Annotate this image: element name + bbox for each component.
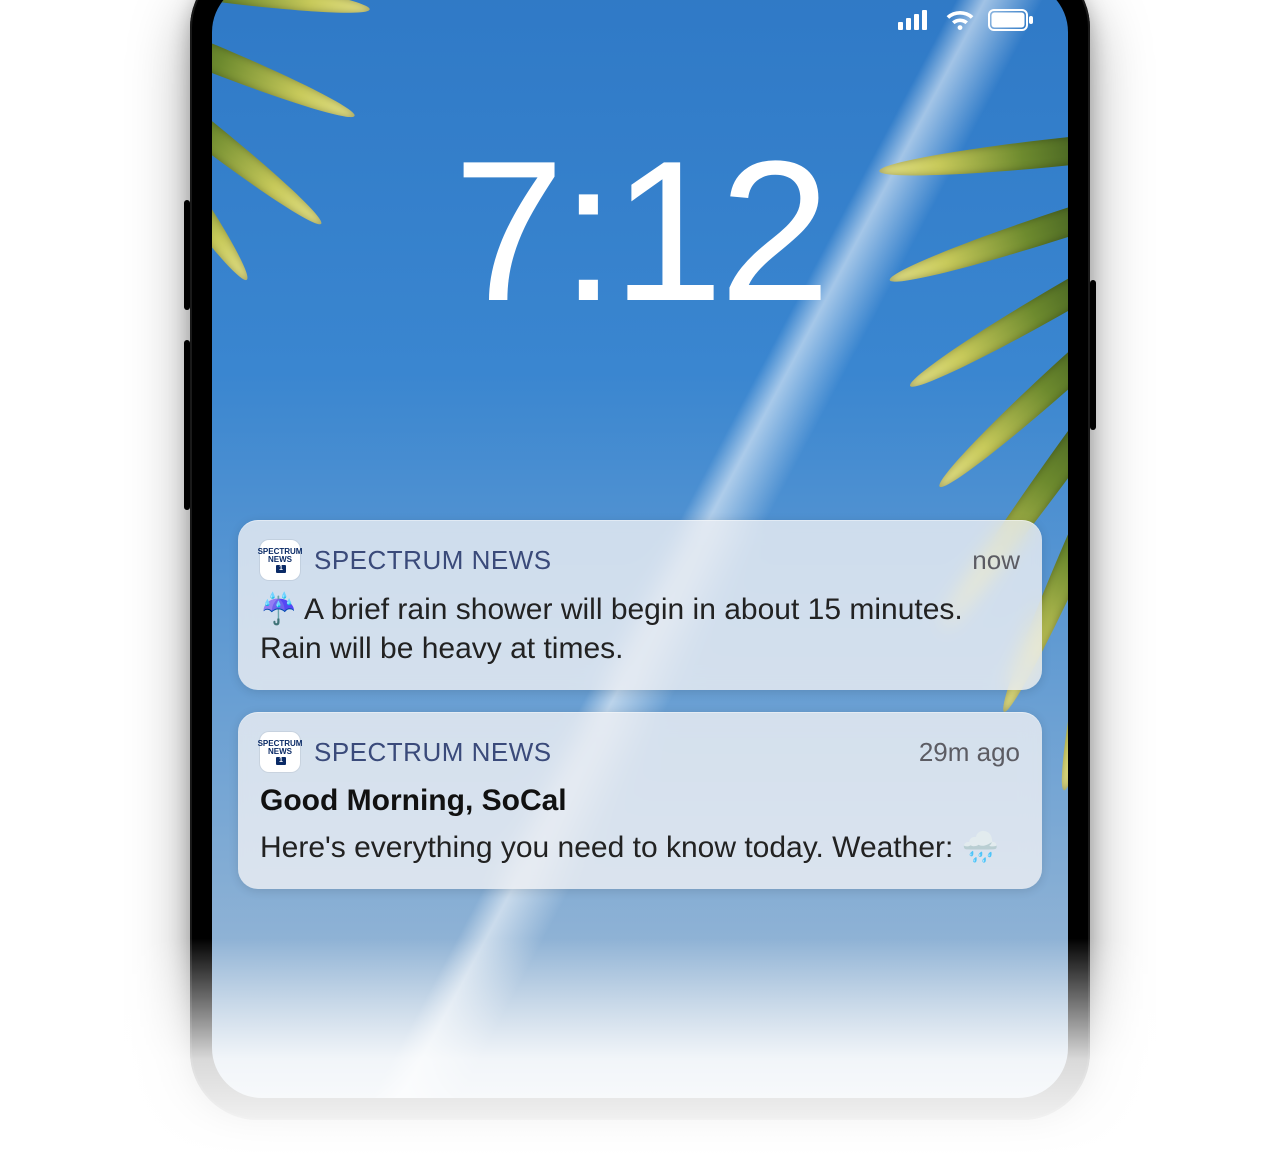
- lock-screen[interactable]: 7:12 SPECTRUM NEWS1 SPECTRUM NEWS: [212, 0, 1068, 1098]
- cellular-signal-icon: [898, 10, 932, 30]
- notification-title: Good Morning, SoCal: [260, 784, 1020, 818]
- lock-screen-clock: 7:12: [212, 132, 1068, 332]
- phone-side-button: [1090, 280, 1096, 430]
- phone-frame: 7:12 SPECTRUM NEWS1 SPECTRUM NEWS: [190, 0, 1090, 1120]
- notification-card[interactable]: SPECTRUM NEWS1 SPECTRUM NEWS now ☔ A bri…: [238, 520, 1042, 690]
- app-icon: SPECTRUM NEWS1: [260, 732, 300, 772]
- app-icon-text-line2: NEWS: [258, 556, 303, 564]
- app-icon-badge: 1: [276, 757, 286, 765]
- notification-list: SPECTRUM NEWS1 SPECTRUM NEWS now ☔ A bri…: [238, 520, 1042, 889]
- battery-icon: [988, 9, 1034, 31]
- notification-time: 29m ago: [919, 737, 1020, 768]
- app-icon: SPECTRUM NEWS1: [260, 540, 300, 580]
- app-icon-badge: 1: [276, 565, 286, 573]
- stage: 7:12 SPECTRUM NEWS1 SPECTRUM NEWS: [0, 0, 1280, 1158]
- notification-time: now: [972, 545, 1020, 576]
- notification-body: Here's everything you need to know today…: [260, 828, 1020, 867]
- notification-header: SPECTRUM NEWS1 SPECTRUM NEWS 29m ago: [260, 732, 1020, 772]
- wifi-icon: [944, 9, 976, 31]
- notification-body: ☔ A brief rain shower will begin in abou…: [260, 590, 1020, 668]
- notification-app-name: SPECTRUM NEWS: [314, 545, 552, 576]
- notification-app-name: SPECTRUM NEWS: [314, 737, 552, 768]
- app-icon-text-line2: NEWS: [258, 748, 303, 756]
- status-bar: [212, 0, 1068, 40]
- notification-card[interactable]: SPECTRUM NEWS1 SPECTRUM NEWS 29m ago Goo…: [238, 712, 1042, 889]
- notification-header: SPECTRUM NEWS1 SPECTRUM NEWS now: [260, 540, 1020, 580]
